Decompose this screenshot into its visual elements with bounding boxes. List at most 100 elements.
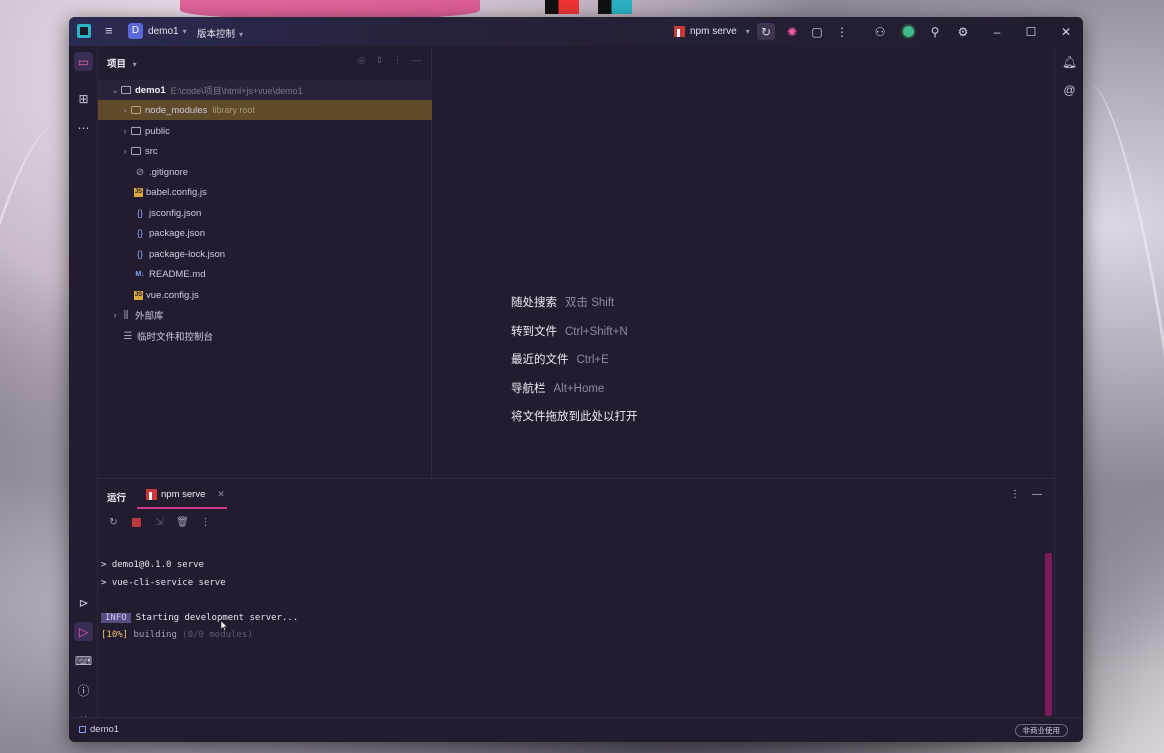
desktop-shortcut-icon[interactable] bbox=[598, 0, 632, 14]
project-name: demo1 bbox=[148, 26, 179, 37]
project-switcher[interactable]: demo1 ▾ bbox=[148, 26, 187, 37]
title-bar: ≡ D demo1 ▾ 版本控制 ▾ npm serve ▾ ↻ ✺ ▢ ⋮ ⚇ ⚲… bbox=[69, 17, 1083, 46]
rerun-icon[interactable]: ↻ bbox=[107, 516, 120, 529]
search-button[interactable]: ⚲ bbox=[926, 23, 944, 40]
tree-row-external-libs[interactable]: › ⫼ 外部库 bbox=[98, 305, 432, 325]
tree-row-gitignore[interactable]: ⊘ .gitignore bbox=[98, 162, 432, 182]
hint-keys: Ctrl+E bbox=[576, 354, 609, 366]
structure-tool-button[interactable]: ⊞ bbox=[74, 89, 93, 108]
chevron-down-icon: ▾ bbox=[239, 30, 244, 39]
tree-row-jsconfig[interactable]: {} jsconfig.json bbox=[98, 203, 432, 223]
license-badge[interactable]: 非商业使用 bbox=[1014, 724, 1068, 737]
tree-row-node-modules[interactable]: › node_modules library root bbox=[98, 100, 432, 120]
spiral-icon: @ bbox=[1063, 82, 1076, 97]
debug-button[interactable]: ✺ bbox=[783, 23, 801, 40]
run-tab-npm-serve[interactable]: npm serve ✕ bbox=[137, 482, 227, 509]
chevron-down-icon: ▾ bbox=[132, 60, 137, 69]
more-vertical-icon[interactable]: ⋮ bbox=[1010, 489, 1020, 500]
hint-label: 转到文件 bbox=[511, 326, 557, 338]
notifications-button[interactable]: 🔔︎ bbox=[1060, 52, 1079, 71]
tree-row-public[interactable]: › public bbox=[98, 121, 432, 141]
chevron-right-icon[interactable]: › bbox=[120, 146, 130, 156]
js-file-icon: JS bbox=[134, 290, 143, 300]
project-badge[interactable]: D bbox=[128, 23, 143, 39]
hint-navigation-bar: 导航栏 Alt+Home bbox=[511, 380, 604, 396]
folder-icon bbox=[130, 146, 142, 156]
js-file-icon: JS bbox=[134, 187, 143, 197]
npm-icon bbox=[146, 489, 157, 500]
maximize-button[interactable]: ☐ bbox=[1022, 23, 1040, 40]
stop-button[interactable] bbox=[130, 516, 143, 529]
tree-item-label: README.md bbox=[149, 268, 206, 280]
hide-panel-icon[interactable]: — bbox=[1032, 489, 1042, 500]
project-tool-button[interactable]: ▭ bbox=[74, 52, 93, 71]
problems-tool-button[interactable]: ⓘ bbox=[74, 681, 93, 700]
project-panel-header[interactable]: 项目 ▾ bbox=[107, 56, 137, 70]
tree-item-label: node_modules bbox=[145, 104, 208, 116]
trash-icon[interactable]: 🗑︎ bbox=[176, 516, 189, 529]
hint-label: 将文件拖放到此处以打开 bbox=[511, 411, 638, 423]
hint-keys: 双击 Shift bbox=[565, 297, 615, 309]
add-user-icon: ⚇ bbox=[874, 24, 886, 39]
main-menu-icon[interactable]: ≡ bbox=[105, 24, 117, 37]
ai-chat-button[interactable]: @ bbox=[1060, 80, 1079, 99]
services-tool-button[interactable]: ⊳ bbox=[74, 593, 93, 612]
status-project[interactable]: demo1 bbox=[79, 724, 119, 735]
tree-row-package-lock[interactable]: {} package-lock.json bbox=[98, 244, 432, 264]
stop-button[interactable]: ▢ bbox=[808, 23, 826, 40]
hint-label: 最近的文件 bbox=[511, 354, 569, 366]
terminal-icon: ⌨ bbox=[74, 653, 93, 668]
console-scrollbar[interactable] bbox=[1045, 553, 1052, 716]
rerun-button[interactable]: ↻ bbox=[757, 23, 775, 40]
more-vertical-icon[interactable]: ⋮ bbox=[199, 516, 212, 529]
progress-modules: (0/0 modules) bbox=[182, 630, 253, 640]
close-icon: ✕ bbox=[1060, 24, 1072, 39]
run-tab-label: npm serve bbox=[161, 489, 206, 500]
scroll-to-end-icon[interactable]: ⇲ bbox=[153, 516, 166, 529]
close-window-button[interactable]: ✕ bbox=[1057, 23, 1075, 40]
hint-goto-file: 转到文件 Ctrl+Shift+N bbox=[511, 323, 628, 339]
terminal-tool-button[interactable]: ⌨ bbox=[74, 651, 93, 670]
run-panel: 运行 npm serve ✕ ⋮ — ↻ ⇲ 🗑︎ ⋮ > demo1@0.1.… bbox=[98, 478, 1054, 717]
run-panel-toolbar: ⋮ — bbox=[1010, 489, 1042, 500]
chevron-right-icon[interactable]: › bbox=[120, 105, 130, 115]
close-tab-icon[interactable]: ✕ bbox=[217, 489, 225, 500]
app-logo-icon bbox=[77, 24, 91, 38]
vcs-menu[interactable]: 版本控制 ▾ bbox=[197, 26, 243, 40]
tree-item-label: babel.config.js bbox=[146, 186, 207, 198]
tree-row-vue-config[interactable]: JS vue.config.js bbox=[98, 285, 432, 305]
more-vertical-icon[interactable]: ⋮ bbox=[393, 55, 402, 66]
tree-row-src[interactable]: › src bbox=[98, 141, 432, 161]
stop-square-icon: ▢ bbox=[811, 24, 823, 39]
chevron-down-icon[interactable]: ⌄ bbox=[110, 85, 120, 96]
more-tools-button[interactable]: ⋯ bbox=[74, 118, 93, 137]
hide-icon[interactable]: — bbox=[412, 55, 421, 66]
console-output[interactable]: > demo1@0.1.0 serve > vue-cli-service se… bbox=[101, 557, 298, 645]
minimize-icon: – bbox=[993, 24, 1001, 39]
console-line: > demo1@0.1.0 serve bbox=[101, 560, 204, 570]
tree-row-demo1[interactable]: ⌄ demo1 E:\code\项目\html+js+vue\demo1 bbox=[98, 80, 432, 100]
ai-assistant-button[interactable] bbox=[899, 23, 917, 40]
settings-button[interactable]: ⚙ bbox=[954, 23, 972, 40]
tree-row-readme[interactable]: M↓ README.md bbox=[98, 264, 432, 284]
editor-empty-state: 随处搜索 双击 Shift 转到文件 Ctrl+Shift+N 最近的文件 Ctrl+… bbox=[433, 46, 1054, 478]
tree-item-path: E:\code\项目\html+js+vue\demo1 bbox=[170, 85, 303, 96]
hint-keys: Ctrl+Shift+N bbox=[565, 326, 628, 338]
services-icon: ⊳ bbox=[78, 595, 89, 610]
minimize-button[interactable]: – bbox=[988, 23, 1006, 40]
tree-row-package-json[interactable]: {} package.json bbox=[98, 223, 432, 243]
tree-row-babel-config[interactable]: JS babel.config.js bbox=[98, 182, 432, 202]
chevron-right-icon[interactable]: › bbox=[120, 126, 130, 136]
code-with-me-button[interactable]: ⚇ bbox=[871, 23, 889, 40]
chevron-right-icon[interactable]: › bbox=[110, 310, 120, 320]
tree-item-label: package-lock.json bbox=[149, 248, 226, 260]
more-actions-button[interactable]: ⋮ bbox=[833, 23, 851, 40]
desktop-shortcut-icon[interactable] bbox=[545, 0, 579, 14]
collapse-all-icon[interactable]: ⇕ bbox=[375, 55, 383, 66]
run-config-selector[interactable]: npm serve ▾ bbox=[674, 23, 750, 40]
scratch-icon: ☰ bbox=[123, 330, 133, 342]
tree-row-scratches[interactable]: ☰ 临时文件和控制台 bbox=[98, 326, 432, 346]
locate-icon[interactable]: ◎ bbox=[358, 55, 366, 66]
run-tool-button[interactable]: ▷ bbox=[74, 622, 93, 641]
